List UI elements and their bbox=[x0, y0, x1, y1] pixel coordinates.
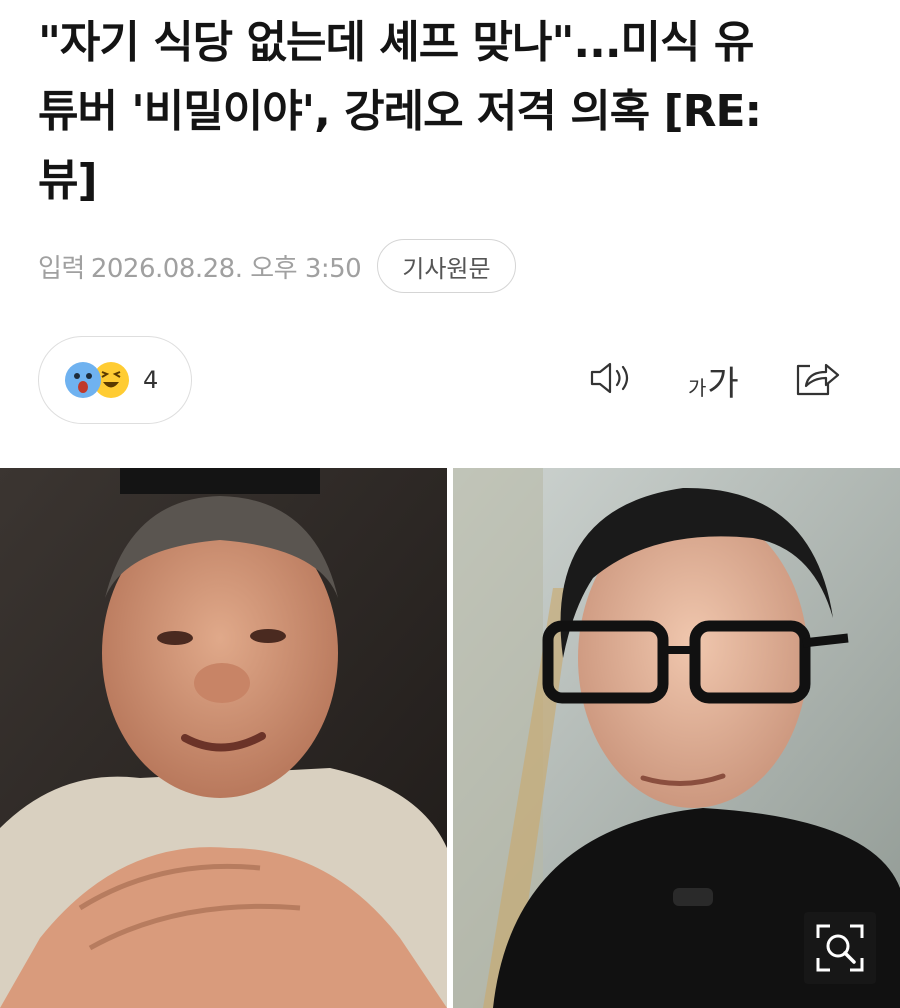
speaker-icon bbox=[588, 358, 636, 402]
headline-line-1: "자기 식당 없는데 셰프 맞나"...미식 유 bbox=[38, 17, 754, 68]
article-meta: 입력 2026.08.28. 오후 3:50 기사원문 bbox=[38, 238, 516, 294]
reaction-count: 4 bbox=[143, 366, 159, 394]
surprised-emoji-icon bbox=[65, 362, 101, 398]
headline-line-2: 튜버 '비밀이야', 강레오 저격 의혹 [RE: bbox=[38, 86, 762, 137]
font-size-button[interactable]: 가가 bbox=[688, 352, 739, 408]
share-icon bbox=[792, 356, 842, 404]
original-article-button[interactable]: 기사원문 bbox=[377, 239, 516, 293]
font-small-glyph: 가 bbox=[688, 375, 707, 400]
font-large-glyph: 가 bbox=[707, 363, 739, 404]
article-photo bbox=[0, 468, 900, 1008]
font-size-icon: 가가 bbox=[688, 356, 739, 405]
share-button[interactable] bbox=[792, 352, 842, 408]
zoom-icon bbox=[804, 924, 876, 988]
reaction-button[interactable]: 4 bbox=[38, 336, 192, 424]
publish-label: 입력 bbox=[38, 253, 85, 284]
original-article-label: 기사원문 bbox=[402, 254, 491, 283]
listen-button[interactable] bbox=[588, 352, 636, 408]
image-zoom-button[interactable] bbox=[804, 912, 876, 984]
photo-left-panel bbox=[0, 468, 447, 1008]
article-headline: "자기 식당 없는데 셰프 맞나"...미식 유 튜버 '비밀이야', 강레오 … bbox=[38, 8, 868, 215]
publish-datetime: 2026.08.28. 오후 3:50 bbox=[90, 253, 362, 284]
headline-line-3: 뷰] bbox=[38, 155, 98, 206]
